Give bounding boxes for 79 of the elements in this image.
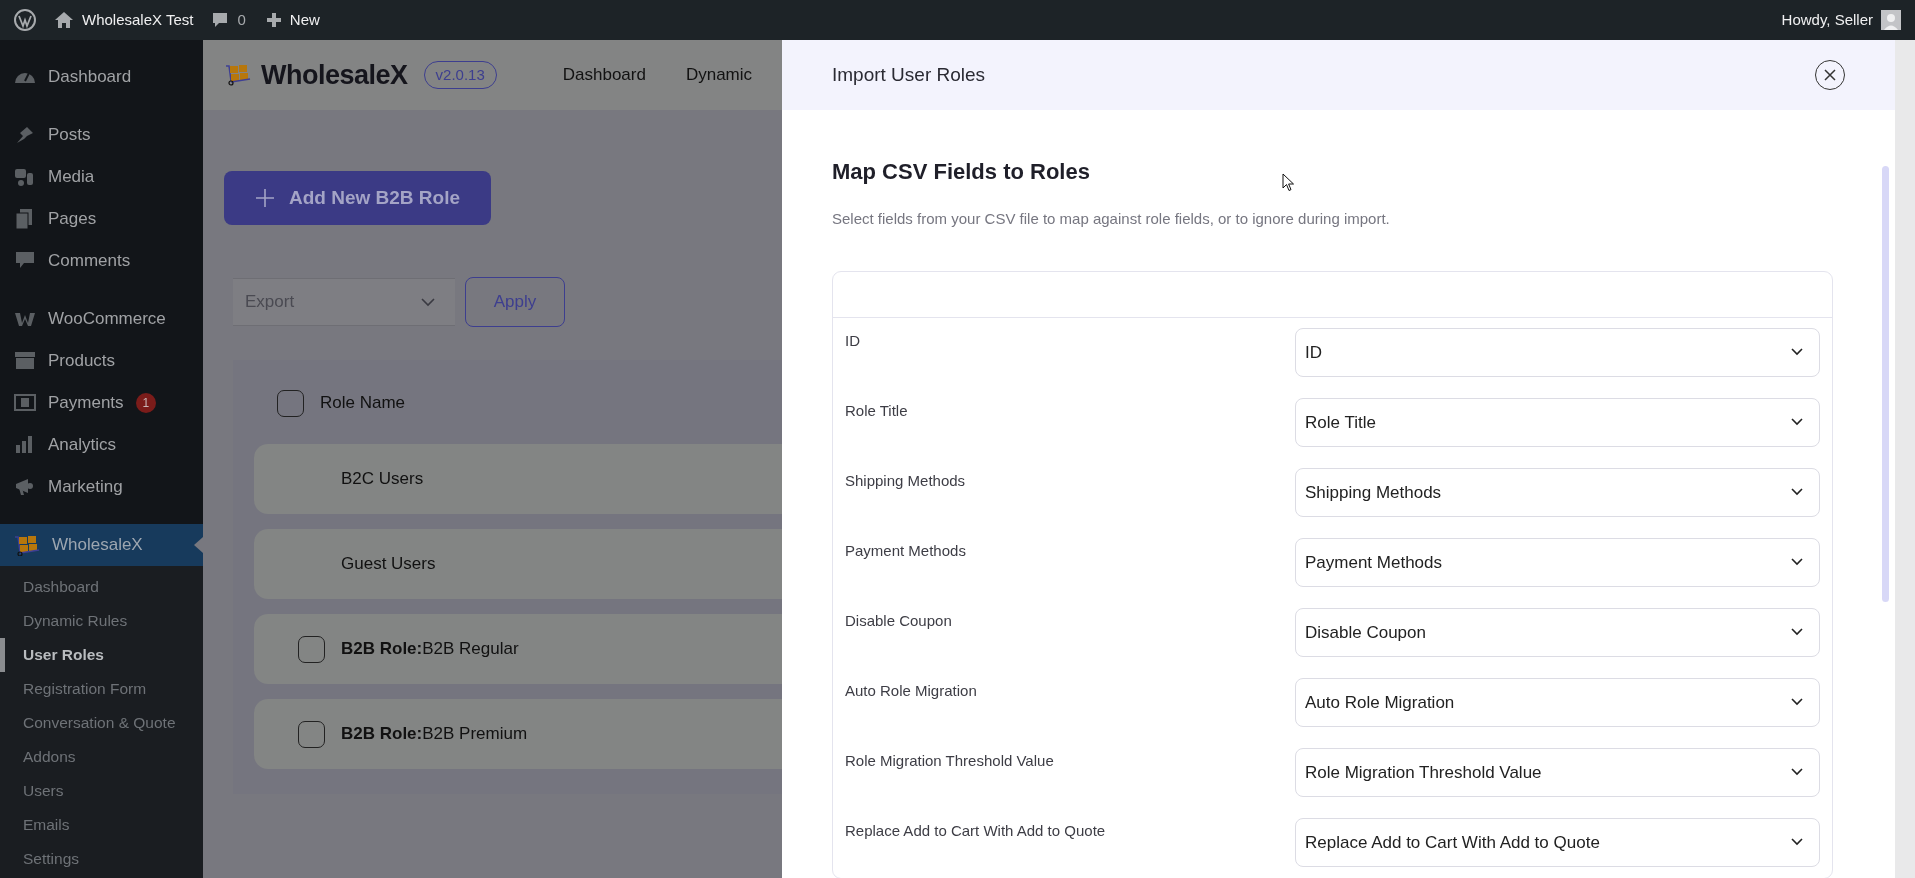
plus-icon[interactable] bbox=[265, 12, 282, 28]
field-label: Auto Role Migration bbox=[845, 680, 977, 701]
role-name: B2B Role:B2B Premium bbox=[341, 723, 528, 746]
role-name: B2B Role:B2B Regular bbox=[341, 638, 519, 661]
chevron-down-icon bbox=[1791, 488, 1803, 497]
role-row[interactable]: Guest Users bbox=[254, 529, 782, 599]
sidebar-item[interactable]: Marketing bbox=[0, 466, 203, 508]
mapping-select[interactable]: Payment Methods bbox=[1295, 537, 1820, 587]
cart-logo-icon bbox=[14, 534, 40, 556]
mapping-select[interactable]: Disable Coupon bbox=[1295, 607, 1820, 657]
section-description: Select fields from your CSV file to map against role fields, or to ignore during import. bbox=[832, 209, 1391, 230]
role-row[interactable]: B2B Role:B2B Premium bbox=[254, 699, 782, 769]
sidebar-item[interactable]: Comments bbox=[0, 240, 203, 282]
field-label: Shipping Methods bbox=[845, 470, 966, 491]
scrollbar-thumb[interactable] bbox=[1882, 166, 1889, 602]
select-all-checkbox[interactable] bbox=[277, 389, 304, 417]
submenu-item[interactable]: Registration Form bbox=[0, 672, 203, 706]
field-label: Disable Coupon bbox=[845, 610, 952, 631]
plus-icon bbox=[255, 188, 275, 208]
submenu-item[interactable]: Settings bbox=[0, 842, 203, 876]
field-label: Role Title bbox=[845, 400, 908, 421]
add-role-button[interactable]: Add New B2B Role bbox=[224, 171, 491, 225]
chevron-down-icon bbox=[1791, 768, 1803, 777]
greeting-link[interactable]: Howdy, Seller bbox=[1781, 8, 1873, 32]
chevron-down-icon bbox=[1791, 558, 1803, 567]
field-label: Payment Methods bbox=[845, 540, 966, 561]
comment-icon[interactable] bbox=[211, 11, 230, 29]
notification-badge: 1 bbox=[135, 393, 157, 413]
sidebar-item[interactable]: Analytics bbox=[0, 424, 203, 466]
submenu-item[interactable]: Addons bbox=[0, 740, 203, 774]
comment-count: 0 bbox=[237, 9, 246, 30]
new-link[interactable]: New bbox=[289, 8, 320, 32]
role-row[interactable]: B2B Role:B2B Regular bbox=[254, 614, 782, 684]
sidebar-item[interactable]: Products bbox=[0, 340, 203, 382]
sidebar-item[interactable]: Media bbox=[0, 156, 203, 198]
mapping-select[interactable]: Role Title bbox=[1295, 397, 1820, 447]
submenu-item[interactable]: Dynamic Rules bbox=[0, 604, 203, 638]
chevron-down-icon bbox=[421, 297, 435, 307]
sidebar-item[interactable]: WooCommerce bbox=[0, 298, 203, 340]
row-checkbox[interactable] bbox=[298, 635, 325, 663]
chevron-down-icon bbox=[1791, 628, 1803, 637]
megaphone-icon bbox=[14, 476, 36, 498]
sidebar-item[interactable]: Posts bbox=[0, 114, 203, 156]
site-name-link[interactable]: WholesaleX Test bbox=[82, 8, 194, 32]
brand-name: WholesaleX bbox=[261, 58, 408, 92]
sidebar-item[interactable]: Payments 1 bbox=[0, 382, 203, 424]
chevron-down-icon bbox=[1791, 418, 1803, 427]
field-label: Replace Add to Cart With Add to Quote bbox=[845, 820, 1106, 841]
role-name: Guest Users bbox=[341, 553, 436, 576]
submenu-item[interactable]: Dashboard bbox=[0, 570, 203, 604]
sidebar-item[interactable]: Dashboard bbox=[0, 56, 203, 98]
pin-icon bbox=[14, 124, 36, 146]
sidebar-item[interactable]: WholesaleX bbox=[0, 524, 203, 566]
column-header: Role Name bbox=[320, 392, 406, 415]
home-icon[interactable] bbox=[54, 11, 74, 29]
chevron-down-icon bbox=[1791, 348, 1803, 357]
field-label: ID bbox=[845, 330, 860, 351]
wordpress-logo-icon[interactable] bbox=[14, 9, 36, 31]
panel-title: Import User Roles bbox=[832, 62, 986, 87]
sidebar-item[interactable]: Pages bbox=[0, 198, 203, 240]
submenu-item[interactable]: Users bbox=[0, 774, 203, 808]
mapping-select[interactable]: Shipping Methods bbox=[1295, 467, 1820, 517]
cursor-icon bbox=[1282, 173, 1295, 192]
section-heading: Map CSV Fields to Roles bbox=[832, 159, 1090, 186]
role-name: B2C Users bbox=[341, 468, 424, 491]
nav-link[interactable]: Dynamic bbox=[685, 62, 753, 88]
close-icon bbox=[1824, 69, 1836, 81]
mapping-select[interactable]: Auto Role Migration bbox=[1295, 677, 1820, 727]
mapping-select[interactable]: Role Migration Threshold Value bbox=[1295, 747, 1820, 797]
mapping-select[interactable]: Replace Add to Cart With Add to Quote bbox=[1295, 817, 1820, 867]
nav-link[interactable]: Dashboard bbox=[562, 62, 646, 88]
mapping-select[interactable]: ID bbox=[1295, 327, 1820, 377]
role-row[interactable]: B2C Users bbox=[254, 444, 782, 514]
chevron-down-icon bbox=[1791, 838, 1803, 847]
row-checkbox[interactable] bbox=[298, 720, 325, 748]
media-icon bbox=[14, 166, 36, 188]
chevron-down-icon bbox=[1791, 698, 1803, 707]
field-label: Role Migration Threshold Value bbox=[845, 750, 1054, 771]
box-icon bbox=[14, 350, 36, 372]
